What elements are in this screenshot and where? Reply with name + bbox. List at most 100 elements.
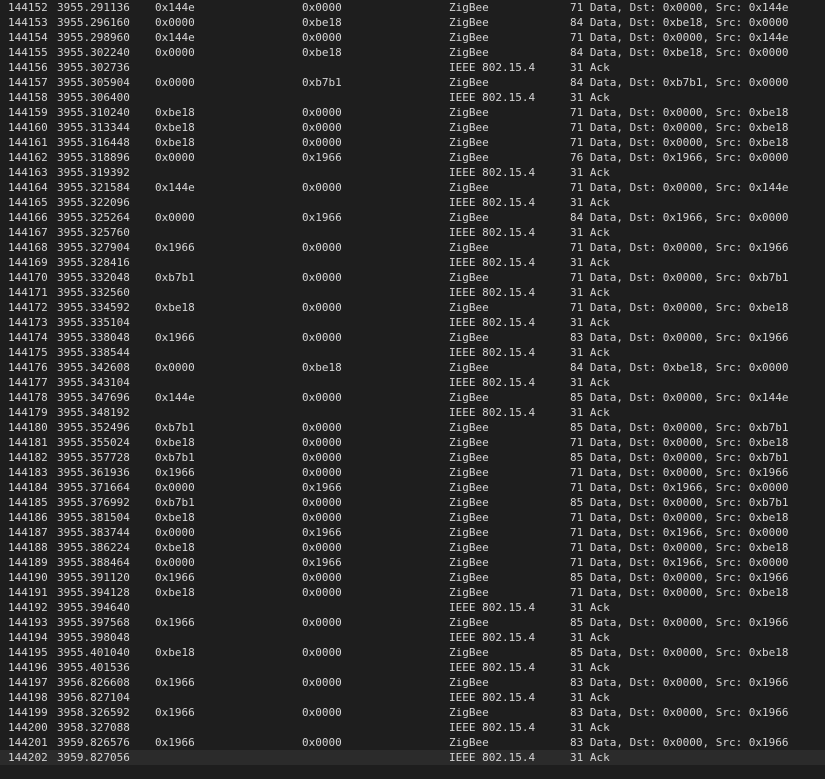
packet-info: 71 Data, Dst: 0x1966, Src: 0x0000 [570, 556, 789, 569]
packet-row[interactable]: 144185 3955.376992 0xb7b1 0x0000 ZigBee … [0, 495, 825, 510]
packet-row[interactable]: 144167 3955.325760 IEEE 802.15.4 31 Ack [0, 225, 825, 240]
packet-time: 3955.332048 [57, 271, 130, 284]
packet-source: 0xb7b1 [155, 451, 195, 464]
packet-row[interactable]: 144200 3958.327088 IEEE 802.15.4 31 Ack [0, 720, 825, 735]
packet-time: 3955.401536 [57, 661, 130, 674]
packet-row[interactable]: 144164 3955.321584 0x144e 0x0000 ZigBee … [0, 180, 825, 195]
packet-number: 144190 [8, 571, 48, 584]
packet-info: 85 Data, Dst: 0x0000, Src: 0x1966 [570, 616, 789, 629]
packet-info: 31 Ack [570, 376, 610, 389]
packet-source: 0xb7b1 [155, 496, 195, 509]
packet-protocol: ZigBee [449, 361, 489, 374]
packet-time: 3955.386224 [57, 541, 130, 554]
packet-time: 3955.355024 [57, 436, 130, 449]
packet-row[interactable]: 144172 3955.334592 0xbe18 0x0000 ZigBee … [0, 300, 825, 315]
packet-protocol: IEEE 802.15.4 [449, 601, 536, 614]
packet-time: 3955.325264 [57, 211, 130, 224]
packet-row[interactable]: 144168 3955.327904 0x1966 0x0000 ZigBee … [0, 240, 825, 255]
packet-row[interactable]: 144153 3955.296160 0x0000 0xbe18 ZigBee … [0, 15, 825, 30]
packet-row[interactable]: 144161 3955.316448 0xbe18 0x0000 ZigBee … [0, 135, 825, 150]
packet-row[interactable]: 144194 3955.398048 IEEE 802.15.4 31 Ack [0, 630, 825, 645]
packet-protocol: IEEE 802.15.4 [449, 691, 536, 704]
packet-protocol: IEEE 802.15.4 [449, 316, 536, 329]
packet-number: 144177 [8, 376, 48, 389]
packet-number: 144198 [8, 691, 48, 704]
packet-row[interactable]: 144158 3955.306400 IEEE 802.15.4 31 Ack [0, 90, 825, 105]
packet-source: 0xbe18 [155, 586, 195, 599]
packet-row[interactable]: 144202 3959.827056 IEEE 802.15.4 31 Ack [0, 750, 825, 765]
packet-row[interactable]: 144176 3955.342608 0x0000 0xbe18 ZigBee … [0, 360, 825, 375]
packet-time: 3955.334592 [57, 301, 130, 314]
packet-row[interactable]: 144165 3955.322096 IEEE 802.15.4 31 Ack [0, 195, 825, 210]
packet-number: 144191 [8, 586, 48, 599]
packet-protocol: ZigBee [449, 46, 489, 59]
packet-row[interactable]: 144159 3955.310240 0xbe18 0x0000 ZigBee … [0, 105, 825, 120]
packet-row[interactable]: 144195 3955.401040 0xbe18 0x0000 ZigBee … [0, 645, 825, 660]
packet-row[interactable]: 144163 3955.319392 IEEE 802.15.4 31 Ack [0, 165, 825, 180]
packet-row[interactable]: 144175 3955.338544 IEEE 802.15.4 31 Ack [0, 345, 825, 360]
packet-row[interactable]: 144177 3955.343104 IEEE 802.15.4 31 Ack [0, 375, 825, 390]
packet-row[interactable]: 144184 3955.371664 0x0000 0x1966 ZigBee … [0, 480, 825, 495]
packet-info: 71 Data, Dst: 0x0000, Src: 0xbe18 [570, 586, 789, 599]
packet-row[interactable]: 144171 3955.332560 IEEE 802.15.4 31 Ack [0, 285, 825, 300]
packet-row[interactable]: 144170 3955.332048 0xb7b1 0x0000 ZigBee … [0, 270, 825, 285]
packet-number: 144195 [8, 646, 48, 659]
packet-source: 0xb7b1 [155, 271, 195, 284]
packet-protocol: ZigBee [449, 1, 489, 14]
packet-source: 0xbe18 [155, 436, 195, 449]
packet-info: 31 Ack [570, 691, 610, 704]
packet-list[interactable]: 144152 3955.291136 0x144e 0x0000 ZigBee … [0, 0, 825, 779]
packet-row[interactable]: 144180 3955.352496 0xb7b1 0x0000 ZigBee … [0, 420, 825, 435]
packet-info: 71 Data, Dst: 0x0000, Src: 0x144e [570, 1, 789, 14]
packet-row[interactable]: 144154 3955.298960 0x144e 0x0000 ZigBee … [0, 30, 825, 45]
packet-row[interactable]: 144181 3955.355024 0xbe18 0x0000 ZigBee … [0, 435, 825, 450]
packet-row[interactable]: 144160 3955.313344 0xbe18 0x0000 ZigBee … [0, 120, 825, 135]
packet-destination: 0xbe18 [302, 16, 342, 29]
packet-row[interactable]: 144169 3955.328416 IEEE 802.15.4 31 Ack [0, 255, 825, 270]
packet-protocol: ZigBee [449, 391, 489, 404]
packet-row[interactable]: 144183 3955.361936 0x1966 0x0000 ZigBee … [0, 465, 825, 480]
packet-info: 83 Data, Dst: 0x0000, Src: 0x1966 [570, 706, 789, 719]
packet-row[interactable]: 144199 3958.326592 0x1966 0x0000 ZigBee … [0, 705, 825, 720]
packet-number: 144159 [8, 106, 48, 119]
packet-row[interactable]: 144155 3955.302240 0x0000 0xbe18 ZigBee … [0, 45, 825, 60]
packet-number: 144172 [8, 301, 48, 314]
packet-row[interactable]: 144166 3955.325264 0x0000 0x1966 ZigBee … [0, 210, 825, 225]
packet-row[interactable]: 144191 3955.394128 0xbe18 0x0000 ZigBee … [0, 585, 825, 600]
packet-row[interactable]: 144173 3955.335104 IEEE 802.15.4 31 Ack [0, 315, 825, 330]
packet-row[interactable]: 144192 3955.394640 IEEE 802.15.4 31 Ack [0, 600, 825, 615]
packet-number: 144179 [8, 406, 48, 419]
packet-time: 3955.352496 [57, 421, 130, 434]
packet-info: 83 Data, Dst: 0x0000, Src: 0x1966 [570, 676, 789, 689]
packet-row[interactable]: 144174 3955.338048 0x1966 0x0000 ZigBee … [0, 330, 825, 345]
packet-time: 3955.371664 [57, 481, 130, 494]
packet-row[interactable]: 144198 3956.827104 IEEE 802.15.4 31 Ack [0, 690, 825, 705]
packet-row[interactable]: 144182 3955.357728 0xb7b1 0x0000 ZigBee … [0, 450, 825, 465]
packet-row[interactable]: 144187 3955.383744 0x0000 0x1966 ZigBee … [0, 525, 825, 540]
packet-row[interactable]: 144193 3955.397568 0x1966 0x0000 ZigBee … [0, 615, 825, 630]
packet-row[interactable]: 144179 3955.348192 IEEE 802.15.4 31 Ack [0, 405, 825, 420]
packet-row[interactable]: 144152 3955.291136 0x144e 0x0000 ZigBee … [0, 0, 825, 15]
packet-number: 144184 [8, 481, 48, 494]
packet-time: 3959.827056 [57, 751, 130, 764]
packet-row[interactable]: 144189 3955.388464 0x0000 0x1966 ZigBee … [0, 555, 825, 570]
packet-row[interactable]: 144156 3955.302736 IEEE 802.15.4 31 Ack [0, 60, 825, 75]
packet-time: 3955.394640 [57, 601, 130, 614]
packet-time: 3955.398048 [57, 631, 130, 644]
packet-info: 31 Ack [570, 256, 610, 269]
packet-row[interactable]: 144188 3955.386224 0xbe18 0x0000 ZigBee … [0, 540, 825, 555]
packet-destination: 0xbe18 [302, 46, 342, 59]
packet-row[interactable]: 144186 3955.381504 0xbe18 0x0000 ZigBee … [0, 510, 825, 525]
packet-number: 144200 [8, 721, 48, 734]
packet-source: 0x1966 [155, 706, 195, 719]
packet-row[interactable]: 144157 3955.305904 0x0000 0xb7b1 ZigBee … [0, 75, 825, 90]
packet-row[interactable]: 144197 3956.826608 0x1966 0x0000 ZigBee … [0, 675, 825, 690]
packet-row[interactable]: 144178 3955.347696 0x144e 0x0000 ZigBee … [0, 390, 825, 405]
packet-row[interactable]: 144196 3955.401536 IEEE 802.15.4 31 Ack [0, 660, 825, 675]
packet-source: 0x1966 [155, 616, 195, 629]
packet-row[interactable]: 144201 3959.826576 0x1966 0x0000 ZigBee … [0, 735, 825, 750]
packet-time: 3955.394128 [57, 586, 130, 599]
packet-protocol: ZigBee [449, 706, 489, 719]
packet-row[interactable]: 144162 3955.318896 0x0000 0x1966 ZigBee … [0, 150, 825, 165]
packet-row[interactable]: 144190 3955.391120 0x1966 0x0000 ZigBee … [0, 570, 825, 585]
